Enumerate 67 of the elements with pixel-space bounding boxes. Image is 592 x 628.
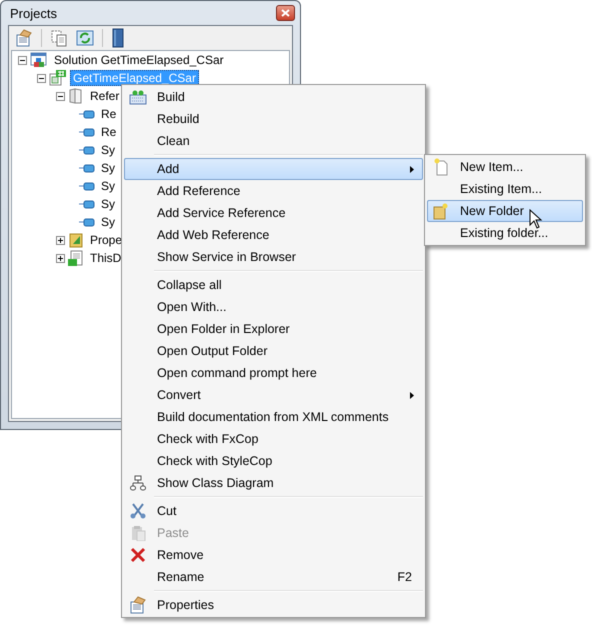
tree-item[interactable]: Sy: [98, 142, 118, 158]
menu-item[interactable]: Check with FxCop: [124, 428, 423, 450]
menu-item[interactable]: Rebuild: [124, 108, 423, 130]
class-diagram-icon: [130, 475, 146, 491]
expand-toggle[interactable]: [56, 236, 65, 244]
menu-item[interactable]: Open command prompt here: [124, 362, 423, 384]
menu-item[interactable]: Build: [124, 86, 423, 108]
menu-item[interactable]: Existing folder...: [427, 222, 583, 244]
mouse-pointer-icon: [529, 209, 543, 230]
new-folder-icon: [433, 202, 449, 220]
expand-toggle[interactable]: [56, 254, 65, 262]
menu-item[interactable]: Clean: [124, 130, 423, 152]
delete-icon: [130, 547, 146, 563]
menu-item[interactable]: Build documentation from XML comments: [124, 406, 423, 428]
menu-item[interactable]: New Item...: [427, 156, 583, 178]
menu-item[interactable]: Add Web Reference: [124, 224, 423, 246]
tree-item[interactable]: Prope: [87, 232, 126, 248]
reference-icon: [79, 181, 95, 191]
menu-item[interactable]: Add Reference: [124, 180, 423, 202]
properties-folder-icon: [68, 232, 84, 248]
menu-item[interactable]: Check with StyleCop: [124, 450, 423, 472]
tree-item[interactable]: Sy: [98, 196, 118, 212]
menu-item[interactable]: Rename F2: [124, 566, 423, 588]
tree-item[interactable]: Sy: [98, 214, 118, 230]
menu-item[interactable]: Properties: [124, 594, 423, 616]
tree-item[interactable]: Re: [98, 106, 120, 122]
collapse-toggle[interactable]: [56, 92, 65, 100]
new-item-icon: [433, 158, 449, 176]
menu-item[interactable]: Existing Item...: [427, 178, 583, 200]
tree-item[interactable]: Solution GetTimeElapsed_CSar: [51, 52, 227, 68]
menu-item[interactable]: Open Output Folder: [124, 340, 423, 362]
menu-item[interactable]: Add Service Reference: [124, 202, 423, 224]
reference-icon: [79, 127, 95, 137]
menu-item[interactable]: Show Service in Browser: [124, 246, 423, 268]
tree-item[interactable]: Sy: [98, 160, 118, 176]
clipboard-icon: [130, 525, 146, 541]
reference-icon: [79, 217, 95, 227]
reference-icon: [79, 199, 95, 209]
reference-icon: [79, 145, 95, 155]
close-button[interactable]: [276, 5, 295, 21]
tree-item[interactable]: Re: [98, 124, 120, 140]
menu-item[interactable]: Remove: [124, 544, 423, 566]
properties-icon: [129, 596, 147, 614]
menu-item[interactable]: New Folder: [427, 200, 583, 222]
collapse-toggle[interactable]: [37, 74, 46, 82]
reference-icon: [79, 163, 95, 173]
csharp-project-icon: [49, 70, 67, 86]
menu-item[interactable]: Open With...: [124, 296, 423, 318]
close-icon: [281, 9, 290, 17]
collapse-toggle[interactable]: [18, 56, 27, 64]
menu-item[interactable]: Collapse all: [124, 274, 423, 296]
menu-item[interactable]: Convert: [124, 384, 423, 406]
menu-item[interactable]: Add: [124, 158, 423, 180]
menu-item[interactable]: Cut: [124, 500, 423, 522]
csharp-file-icon: [68, 250, 84, 266]
build-icon: [129, 89, 147, 105]
tree-item[interactable]: Sy: [98, 178, 118, 194]
scissors-icon: [130, 503, 146, 519]
reference-icon: [79, 109, 95, 119]
window-title: Projects: [10, 6, 57, 20]
book-icon: [68, 88, 84, 104]
tree-item[interactable]: Refer: [87, 88, 122, 104]
refresh-icon[interactable]: [74, 29, 96, 47]
tree-item[interactable]: ThisD: [87, 250, 124, 266]
menu-item[interactable]: Open Folder in Explorer: [124, 318, 423, 340]
menu-item[interactable]: Show Class Diagram: [124, 472, 423, 494]
shortcut-text: F2: [397, 570, 412, 584]
